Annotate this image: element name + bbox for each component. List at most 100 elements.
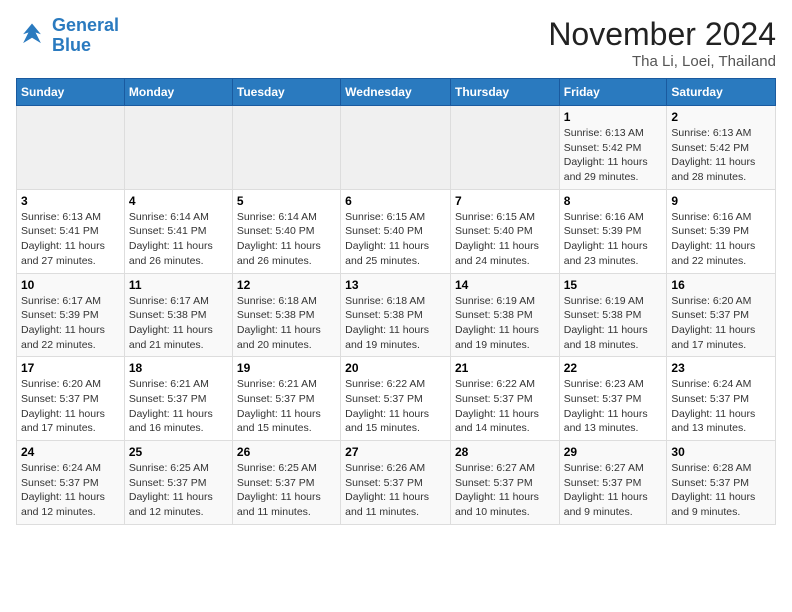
day-info: Sunrise: 6:13 AM Sunset: 5:42 PM Dayligh… xyxy=(671,126,771,185)
day-number: 6 xyxy=(345,194,446,208)
month-title: November 2024 xyxy=(548,16,776,53)
day-info: Sunrise: 6:28 AM Sunset: 5:37 PM Dayligh… xyxy=(671,461,771,520)
calendar-cell: 1 Sunrise: 6:13 AM Sunset: 5:42 PM Daylig… xyxy=(559,106,667,190)
calendar-cell: 15 Sunrise: 6:19 AM Sunset: 5:38 PM Dayli… xyxy=(559,273,667,357)
day-number: 20 xyxy=(345,361,446,375)
day-number: 21 xyxy=(455,361,555,375)
location: Tha Li, Loei, Thailand xyxy=(548,53,776,70)
day-number: 19 xyxy=(237,361,336,375)
day-number: 30 xyxy=(671,445,771,459)
day-number: 10 xyxy=(21,278,120,292)
day-info: Sunrise: 6:14 AM Sunset: 5:41 PM Dayligh… xyxy=(129,210,228,269)
day-number: 3 xyxy=(21,194,120,208)
day-number: 15 xyxy=(564,278,663,292)
day-number: 11 xyxy=(129,278,228,292)
calendar-cell: 30 Sunrise: 6:28 AM Sunset: 5:37 PM Dayli… xyxy=(667,441,776,525)
day-info: Sunrise: 6:26 AM Sunset: 5:37 PM Dayligh… xyxy=(345,461,446,520)
calendar-cell: 19 Sunrise: 6:21 AM Sunset: 5:37 PM Dayli… xyxy=(232,357,340,441)
day-info: Sunrise: 6:21 AM Sunset: 5:37 PM Dayligh… xyxy=(237,377,336,436)
day-info: Sunrise: 6:27 AM Sunset: 5:37 PM Dayligh… xyxy=(564,461,663,520)
calendar-cell: 6 Sunrise: 6:15 AM Sunset: 5:40 PM Daylig… xyxy=(341,189,451,273)
day-info: Sunrise: 6:22 AM Sunset: 5:37 PM Dayligh… xyxy=(345,377,446,436)
calendar-cell: 10 Sunrise: 6:17 AM Sunset: 5:39 PM Dayli… xyxy=(17,273,125,357)
day-number: 25 xyxy=(129,445,228,459)
day-number: 18 xyxy=(129,361,228,375)
calendar-cell: 9Sunrise: 6:16 AM Sunset: 5:39 PM Daylig… xyxy=(667,189,776,273)
day-info: Sunrise: 6:13 AM Sunset: 5:41 PM Dayligh… xyxy=(21,210,120,269)
day-number: 5 xyxy=(237,194,336,208)
page-header: General Blue November 2024 Tha Li, Loei,… xyxy=(16,16,776,70)
calendar-cell: 7 Sunrise: 6:15 AM Sunset: 5:40 PM Daylig… xyxy=(450,189,559,273)
day-info: Sunrise: 6:19 AM Sunset: 5:38 PM Dayligh… xyxy=(455,294,555,353)
logo-line1: General xyxy=(52,15,119,35)
calendar-cell xyxy=(124,106,232,190)
day-number: 2 xyxy=(671,110,771,124)
day-info: Sunrise: 6:19 AM Sunset: 5:38 PM Dayligh… xyxy=(564,294,663,353)
weekday-header: Tuesday xyxy=(232,79,340,106)
day-number: 22 xyxy=(564,361,663,375)
day-info: Sunrise: 6:20 AM Sunset: 5:37 PM Dayligh… xyxy=(671,294,771,353)
calendar-cell xyxy=(232,106,340,190)
day-number: 16 xyxy=(671,278,771,292)
calendar-cell: 13Sunrise: 6:18 AM Sunset: 5:38 PM Dayli… xyxy=(341,273,451,357)
day-number: 13 xyxy=(345,278,446,292)
calendar-cell: 4 Sunrise: 6:14 AM Sunset: 5:41 PM Daylig… xyxy=(124,189,232,273)
calendar-table: SundayMondayTuesdayWednesdayThursdayFrid… xyxy=(16,78,776,525)
day-info: Sunrise: 6:21 AM Sunset: 5:37 PM Dayligh… xyxy=(129,377,228,436)
day-number: 28 xyxy=(455,445,555,459)
calendar-cell: 25 Sunrise: 6:25 AM Sunset: 5:37 PM Dayli… xyxy=(124,441,232,525)
calendar-cell: 18 Sunrise: 6:21 AM Sunset: 5:37 PM Dayli… xyxy=(124,357,232,441)
day-info: Sunrise: 6:15 AM Sunset: 5:40 PM Dayligh… xyxy=(455,210,555,269)
day-number: 12 xyxy=(237,278,336,292)
calendar-week-row: 24Sunrise: 6:24 AM Sunset: 5:37 PM Dayli… xyxy=(17,441,776,525)
calendar-cell: 14 Sunrise: 6:19 AM Sunset: 5:38 PM Dayli… xyxy=(450,273,559,357)
calendar-cell: 20 Sunrise: 6:22 AM Sunset: 5:37 PM Dayli… xyxy=(341,357,451,441)
calendar-week-row: 1 Sunrise: 6:13 AM Sunset: 5:42 PM Daylig… xyxy=(17,106,776,190)
day-number: 17 xyxy=(21,361,120,375)
weekday-header: Sunday xyxy=(17,79,125,106)
calendar-cell: 2 Sunrise: 6:13 AM Sunset: 5:42 PM Daylig… xyxy=(667,106,776,190)
calendar-cell: 17 Sunrise: 6:20 AM Sunset: 5:37 PM Dayli… xyxy=(17,357,125,441)
calendar-cell: 8Sunrise: 6:16 AM Sunset: 5:39 PM Daylig… xyxy=(559,189,667,273)
day-info: Sunrise: 6:16 AM Sunset: 5:39 PM Dayligh… xyxy=(564,210,663,269)
day-info: Sunrise: 6:17 AM Sunset: 5:39 PM Dayligh… xyxy=(21,294,120,353)
logo: General Blue xyxy=(16,16,119,56)
calendar-cell: 5 Sunrise: 6:14 AM Sunset: 5:40 PM Daylig… xyxy=(232,189,340,273)
calendar-cell: 3 Sunrise: 6:13 AM Sunset: 5:41 PM Daylig… xyxy=(17,189,125,273)
day-info: Sunrise: 6:13 AM Sunset: 5:42 PM Dayligh… xyxy=(564,126,663,185)
weekday-header: Wednesday xyxy=(341,79,451,106)
day-info: Sunrise: 6:25 AM Sunset: 5:37 PM Dayligh… xyxy=(129,461,228,520)
day-info: Sunrise: 6:24 AM Sunset: 5:37 PM Dayligh… xyxy=(671,377,771,436)
calendar-cell: 24Sunrise: 6:24 AM Sunset: 5:37 PM Dayli… xyxy=(17,441,125,525)
title-block: November 2024 Tha Li, Loei, Thailand xyxy=(548,16,776,70)
day-number: 23 xyxy=(671,361,771,375)
weekday-header: Thursday xyxy=(450,79,559,106)
calendar-cell: 27 Sunrise: 6:26 AM Sunset: 5:37 PM Dayli… xyxy=(341,441,451,525)
day-info: Sunrise: 6:14 AM Sunset: 5:40 PM Dayligh… xyxy=(237,210,336,269)
calendar-week-row: 3 Sunrise: 6:13 AM Sunset: 5:41 PM Daylig… xyxy=(17,189,776,273)
day-number: 27 xyxy=(345,445,446,459)
calendar-cell: 26Sunrise: 6:25 AM Sunset: 5:37 PM Dayli… xyxy=(232,441,340,525)
day-number: 4 xyxy=(129,194,228,208)
calendar-week-row: 17 Sunrise: 6:20 AM Sunset: 5:37 PM Dayli… xyxy=(17,357,776,441)
calendar-week-row: 10 Sunrise: 6:17 AM Sunset: 5:39 PM Dayli… xyxy=(17,273,776,357)
calendar-cell xyxy=(17,106,125,190)
logo-line2: Blue xyxy=(52,35,91,55)
calendar-cell: 29Sunrise: 6:27 AM Sunset: 5:37 PM Dayli… xyxy=(559,441,667,525)
day-number: 14 xyxy=(455,278,555,292)
calendar-cell: 28Sunrise: 6:27 AM Sunset: 5:37 PM Dayli… xyxy=(450,441,559,525)
logo-text: General Blue xyxy=(52,16,119,56)
calendar-cell: 22Sunrise: 6:23 AM Sunset: 5:37 PM Dayli… xyxy=(559,357,667,441)
day-number: 1 xyxy=(564,110,663,124)
calendar-cell: 23 Sunrise: 6:24 AM Sunset: 5:37 PM Dayli… xyxy=(667,357,776,441)
day-info: Sunrise: 6:20 AM Sunset: 5:37 PM Dayligh… xyxy=(21,377,120,436)
day-number: 7 xyxy=(455,194,555,208)
day-number: 9 xyxy=(671,194,771,208)
day-info: Sunrise: 6:15 AM Sunset: 5:40 PM Dayligh… xyxy=(345,210,446,269)
day-info: Sunrise: 6:22 AM Sunset: 5:37 PM Dayligh… xyxy=(455,377,555,436)
calendar-cell xyxy=(341,106,451,190)
day-number: 24 xyxy=(21,445,120,459)
day-info: Sunrise: 6:18 AM Sunset: 5:38 PM Dayligh… xyxy=(237,294,336,353)
day-info: Sunrise: 6:17 AM Sunset: 5:38 PM Dayligh… xyxy=(129,294,228,353)
day-info: Sunrise: 6:25 AM Sunset: 5:37 PM Dayligh… xyxy=(237,461,336,520)
